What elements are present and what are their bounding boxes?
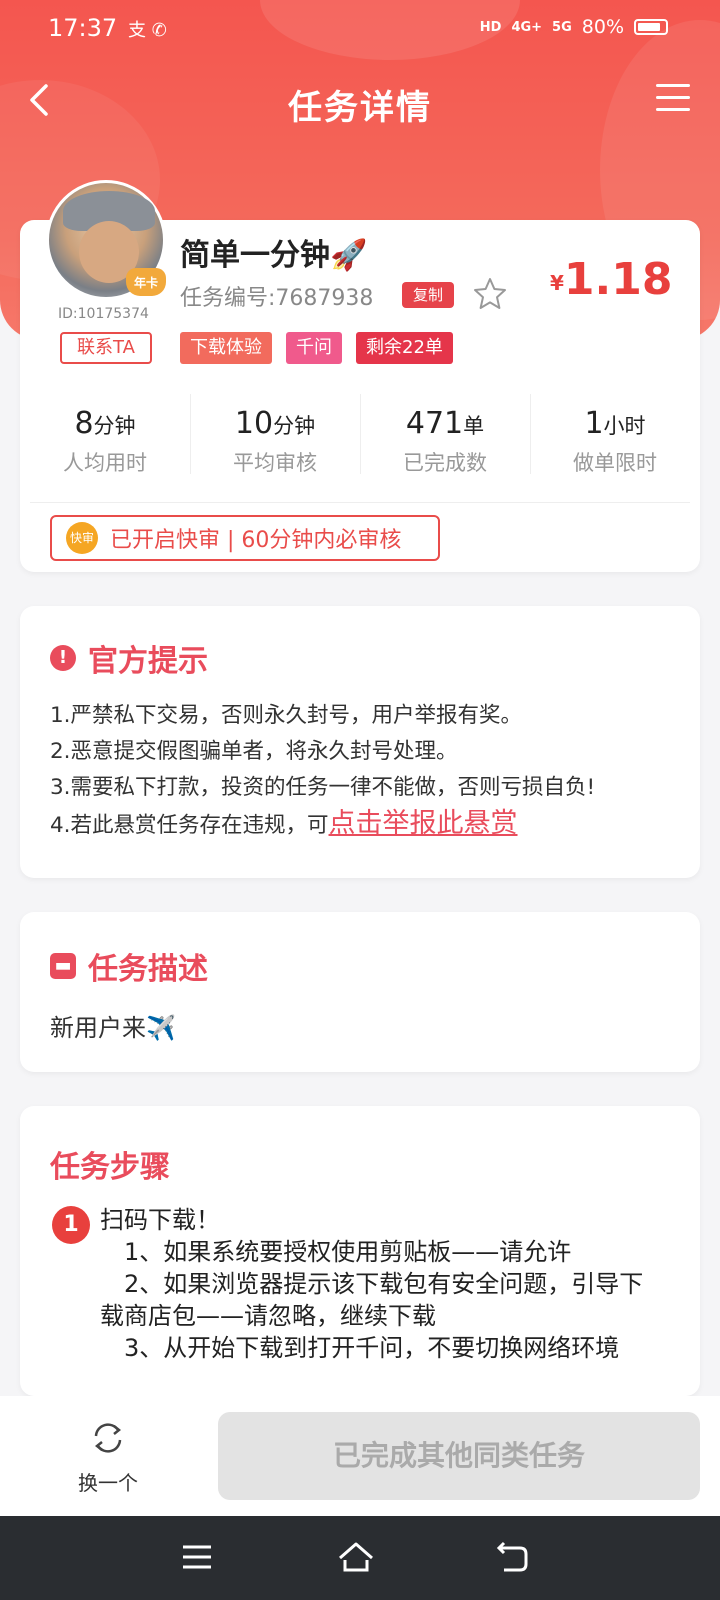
bottom-action-bar: 换一个 已完成其他同类任务 (0, 1396, 720, 1516)
back-nav-icon[interactable] (494, 1540, 530, 1574)
stat-item: 8分钟 人均用时 (20, 390, 190, 480)
task-number: 任务编号:7687938 (180, 286, 374, 311)
step-line: 2、如果浏览器提示该下载包有安全问题，引导下载商店包——请忽略，继续下载 (100, 1270, 644, 1330)
completed-button[interactable]: 已完成其他同类任务 (218, 1412, 700, 1500)
battery-icon (634, 19, 668, 35)
signal-4g-icon: 4G+ (511, 19, 543, 35)
description-text: 新用户来✈️ (50, 1014, 176, 1042)
tag: 剩余22单 (356, 332, 453, 364)
stat-item: 10分钟 平均审核 (190, 390, 360, 480)
stat-label: 已完成数 (403, 451, 487, 475)
task-steps-card: 任务步骤 1 扫码下载！ 1、如果系统要授权使用剪贴板——请允许 2、如果浏览器… (20, 1106, 700, 1396)
star-icon[interactable] (472, 276, 508, 312)
fast-review-icon: 快审 (66, 522, 98, 554)
copy-button[interactable]: 复制 (402, 282, 454, 308)
report-link[interactable]: 点击举报此悬赏 (329, 808, 518, 839)
tips-title: ! 官方提示 (50, 636, 208, 680)
task-title: 简单一分钟🚀 (180, 238, 368, 273)
menu-icon[interactable] (656, 84, 690, 114)
stat-label: 做单限时 (573, 451, 657, 475)
fast-review-text: 已开启快审 | 60分钟内必审核 (110, 528, 402, 553)
menu-nav-icon[interactable] (180, 1540, 214, 1574)
stat-value: 8分钟 (74, 406, 136, 441)
status-right: HD 4G+ 5G 80% (480, 16, 668, 38)
swap-label: 换一个 (78, 1471, 138, 1495)
battery-percent: 80% (581, 16, 624, 38)
description-title: ▬ 任务描述 (50, 944, 208, 988)
swap-button[interactable]: 换一个 (68, 1418, 148, 1496)
system-nav-bar (0, 1516, 720, 1600)
signal-5g-icon: 5G (552, 19, 572, 35)
status-time: 17:37 (48, 14, 118, 42)
tip-item: 2.恶意提交假图骗单者，将永久封号处理。 (50, 739, 458, 764)
crown-badge: 年卡 (126, 268, 166, 296)
page-title: 任务详情 (288, 88, 432, 128)
home-icon[interactable] (336, 1540, 376, 1574)
official-tips-card: ! 官方提示 1.严禁私下交易，否则永久封号，用户举报有奖。 2.恶意提交假图骗… (20, 606, 700, 878)
tip-item: 3.需要私下打款，投资的任务一律不能做，否则亏损自负! (50, 775, 596, 800)
price-currency: ¥ (550, 271, 564, 295)
reward-price: ¥1.18 (550, 254, 672, 305)
price-amount: 1.18 (563, 254, 673, 305)
step-line: 1、如果系统要授权使用剪贴板——请允许 (100, 1238, 572, 1266)
task-tags: 下载体验 千问 剩余22单 (180, 332, 453, 364)
stat-item: 1小时 做单限时 (530, 390, 700, 480)
tip-item: 4.若此悬赏任务存在违规，可点击举报此悬赏 (50, 808, 518, 839)
fast-review-banner: 快审 已开启快审 | 60分钟内必审核 (50, 515, 440, 561)
document-icon: ▬ (50, 953, 76, 979)
step-number: 1 (52, 1206, 90, 1244)
tips-list: 1.严禁私下交易，否则永久封号，用户举报有奖。 2.恶意提交假图骗单者，将永久封… (50, 698, 595, 844)
nav-bar: 任务详情 (0, 66, 720, 136)
refresh-icon (94, 1423, 122, 1453)
stat-value: 1小时 (584, 406, 646, 441)
status-bar: 17:37 支 ✆ HD 4G+ 5G 80% (0, 0, 720, 56)
exclamation-icon: ! (50, 645, 76, 671)
stat-label: 平均审核 (233, 451, 317, 475)
hd-icon: HD (479, 19, 502, 35)
step-line: 3、从开始下载到打开千问，不要切换网络环境 (100, 1334, 620, 1362)
step-text: 扫码下载！ 1、如果系统要授权使用剪贴板——请允许 2、如果浏览器提示该下载包有… (100, 1204, 660, 1364)
tip-item: 1.严禁私下交易，否则永久封号，用户举报有奖。 (50, 703, 523, 728)
step-line: 扫码下载！ (100, 1206, 220, 1234)
divider (30, 502, 690, 503)
notification-icons: 支 ✆ (128, 20, 167, 41)
stat-label: 人均用时 (63, 451, 147, 475)
task-stats: 8分钟 人均用时 10分钟 平均审核 471单 已完成数 1小时 做单限时 (20, 390, 700, 480)
tag: 千问 (286, 332, 342, 364)
contact-button[interactable]: 联系TA (60, 332, 152, 364)
user-id: ID:10175374 (58, 306, 149, 322)
stat-value: 471单 (405, 406, 485, 441)
task-description-card: ▬ 任务描述 新用户来✈️ (20, 912, 700, 1072)
steps-title: 任务步骤 (50, 1150, 170, 1185)
tag: 下载体验 (180, 332, 272, 364)
stat-value: 10分钟 (234, 406, 316, 441)
stat-item: 471单 已完成数 (360, 390, 530, 480)
